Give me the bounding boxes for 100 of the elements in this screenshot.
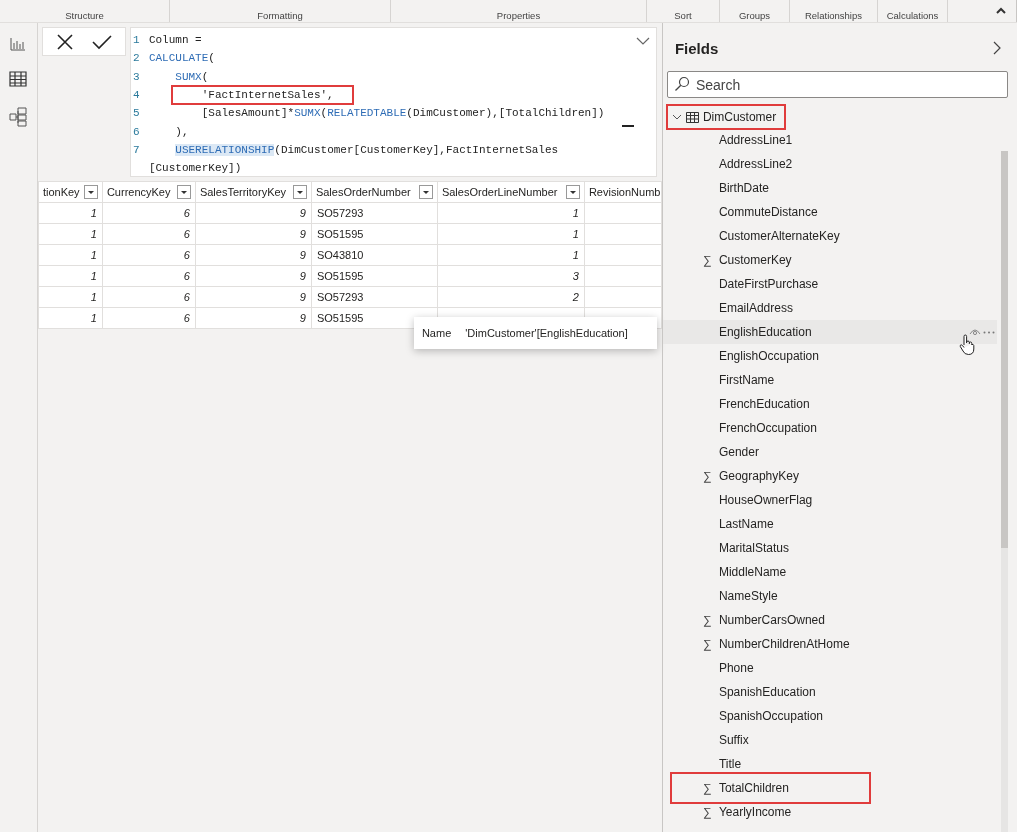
field-item[interactable]: FirstName <box>702 368 775 392</box>
column-header[interactable]: CurrencyKey <box>102 181 196 203</box>
table-node[interactable]: DimCustomer <box>667 106 785 128</box>
column-header[interactable]: SalesOrderLineNumber <box>437 181 585 203</box>
table-icon[interactable] <box>9 71 28 87</box>
pane-title: Fields <box>674 39 719 57</box>
field-item[interactable]: EmailAddress <box>702 296 793 320</box>
table-cell: 2 <box>572 291 579 303</box>
table-cell: SO57293 <box>316 207 364 219</box>
field-item[interactable]: Gender <box>702 440 759 464</box>
hand-cursor-icon <box>959 334 975 356</box>
code-line: CALCULATE( <box>148 52 215 65</box>
table-cell: 1 <box>90 207 97 219</box>
column-header[interactable]: SalesOrderNumber <box>311 181 438 203</box>
column-header[interactable]: SalesTerritoryKey <box>195 181 312 203</box>
code-line: [CustomerKey]) <box>148 162 242 175</box>
field-item[interactable]: EnglishOccupation <box>702 344 819 368</box>
field-item[interactable]: HouseOwnerFlag <box>702 488 813 512</box>
table-cell: 6 <box>183 270 190 282</box>
line-number: 5 <box>131 107 141 120</box>
field-item[interactable]: FrenchEducation <box>702 392 810 416</box>
table-cell: 6 <box>183 312 190 324</box>
filter-dropdown-icon[interactable] <box>565 185 580 199</box>
formula-editor[interactable]: 1 Column = 2 CALCULATE( 3 SUMX( 4 'FactInternetSales', 5 [SalesAmount]*SUMX(RELATEDTABLE(DimCustomer),[TotalChildren]) 6 ), 7 USERELATIONSHIP(DimCustomer[CustomerKey],FactInternetSales [CustomerKey]) <box>129 27 657 177</box>
code-line: Column = <box>148 34 202 47</box>
collapse-ribbon-icon[interactable] <box>996 7 1006 14</box>
search-field[interactable]: Search <box>666 71 1008 98</box>
sigma-icon: ∑ <box>702 805 719 819</box>
field-item[interactable]: ∑ NumberCarsOwned <box>702 608 825 632</box>
table-cell: 9 <box>299 228 306 240</box>
table-cell: 9 <box>299 291 306 303</box>
filter-dropdown-icon[interactable] <box>418 185 433 199</box>
field-item[interactable]: SpanishOccupation <box>702 704 823 728</box>
table-cell: 1 <box>90 228 97 240</box>
table-cell: 1 <box>572 249 579 261</box>
ribbon-group-label: Properties <box>496 10 541 21</box>
field-item[interactable]: BirthDate <box>702 176 769 200</box>
field-item[interactable]: ∑ NumberChildrenAtHome <box>702 632 850 656</box>
scrollbar-thumb[interactable] <box>1001 151 1008 548</box>
eye-icon[interactable] <box>969 327 981 336</box>
line-number: 7 <box>131 143 141 156</box>
line-number: 1 <box>131 34 141 47</box>
table-icon <box>685 111 699 123</box>
field-item[interactable]: AddressLine2 <box>702 152 793 176</box>
field-item[interactable]: MaritalStatus <box>702 536 789 560</box>
table-cell: 9 <box>299 207 306 219</box>
field-item[interactable]: Title <box>702 752 742 776</box>
table-cell: 1 <box>572 207 579 219</box>
model-view-icon[interactable] <box>9 107 28 127</box>
ribbon-group-label: Sort <box>674 10 692 21</box>
sigma-icon: ∑ <box>702 253 719 267</box>
field-item[interactable]: Suffix <box>702 728 749 752</box>
table-cell: 9 <box>299 270 306 282</box>
more-options-icon[interactable] <box>983 331 995 334</box>
code-line: ), <box>174 125 189 138</box>
code-line: SUMX( <box>174 70 209 83</box>
chevron-down-icon[interactable] <box>635 37 650 45</box>
table-cell: SO43810 <box>316 249 364 261</box>
table-cell: SO57293 <box>316 291 364 303</box>
filter-dropdown-icon[interactable] <box>83 185 98 199</box>
table-cell: SO51595 <box>316 312 364 324</box>
field-item[interactable]: DateFirstPurchase <box>702 272 819 296</box>
column-header[interactable]: tionKey <box>38 181 103 203</box>
chevron-right-icon[interactable] <box>993 41 1001 55</box>
ribbon-group-label: Calculations <box>886 10 939 21</box>
code-line: [SalesAmount]*SUMX(RELATEDTABLE(DimCustomer),[TotalChildren]) <box>200 107 605 120</box>
check-icon[interactable] <box>91 33 112 50</box>
scrollbar[interactable] <box>1001 151 1008 832</box>
field-item[interactable]: ∑ TotalChildren <box>671 774 869 802</box>
table-cell: 6 <box>183 291 190 303</box>
sigma-icon: ∑ <box>702 613 719 627</box>
ribbon-group-label: Formatting <box>257 10 303 21</box>
field-item[interactable]: CommuteDistance <box>702 200 818 224</box>
field-item[interactable]: NameStyle <box>702 584 778 608</box>
field-item[interactable]: CustomerAlternateKey <box>702 224 840 248</box>
field-item[interactable]: ∑ YearlyIncome <box>702 800 792 824</box>
field-item[interactable]: ∑ CustomerKey <box>702 248 792 272</box>
field-item[interactable]: AddressLine1 <box>702 128 793 152</box>
chevron-icon[interactable] <box>671 112 682 122</box>
ribbon-group-label: Relationships <box>804 10 862 21</box>
table-cell: SO51595 <box>316 270 364 282</box>
filter-dropdown-icon[interactable] <box>176 185 191 199</box>
sigma-icon: ∑ <box>702 637 719 651</box>
table-cell: 9 <box>299 249 306 261</box>
filter-dropdown-icon[interactable] <box>292 185 307 199</box>
line-number: 6 <box>131 125 141 138</box>
table-cell: 1 <box>90 312 97 324</box>
field-item[interactable]: SpanishEducation <box>702 680 816 704</box>
field-item[interactable]: Phone <box>702 656 754 680</box>
tooltip-value: 'DimCustomer'[EnglishEducation] <box>465 327 628 339</box>
table-cell: SO51595 <box>316 228 364 240</box>
table-cell: 3 <box>572 270 579 282</box>
field-item[interactable]: MiddleName <box>702 560 787 584</box>
field-item[interactable]: FrenchOccupation <box>702 416 817 440</box>
close-icon[interactable] <box>55 32 74 51</box>
tooltip-label: Name <box>421 327 452 339</box>
field-item[interactable]: LastName <box>702 512 774 536</box>
table-cell: 6 <box>183 207 190 219</box>
field-item[interactable]: ∑ GeographyKey <box>702 464 799 488</box>
column-header[interactable]: RevisionNumb <box>584 181 662 203</box>
